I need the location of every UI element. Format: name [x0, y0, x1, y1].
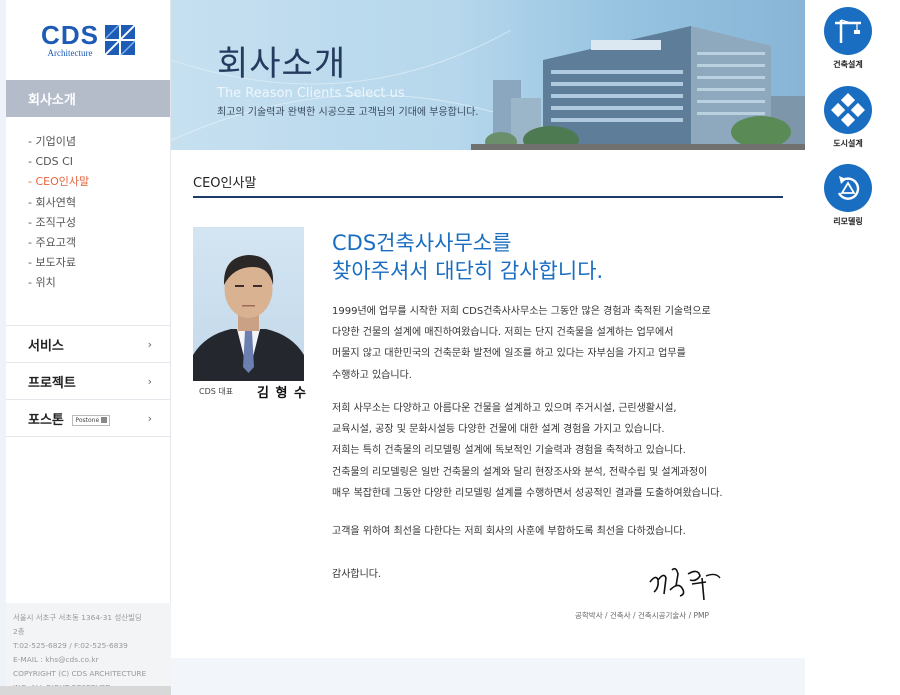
chevron-right-icon: › — [147, 374, 152, 388]
submenu-item-ceo[interactable]: - CEO인사말 — [28, 172, 170, 192]
service-label: 리모델링 — [833, 217, 863, 226]
menu-item-postone[interactable]: 포스톤 Postone › — [6, 400, 170, 437]
submenu-item-location[interactable]: - 위치 — [28, 273, 170, 293]
submenu: - 기업이념 - CDS CI - CEO인사말 - 회사연혁 - 조직구성 -… — [6, 117, 170, 325]
ceo-portrait — [193, 227, 304, 381]
service-label: 건축설계 — [833, 60, 863, 69]
submenu-item-organization[interactable]: - 조직구성 — [28, 213, 170, 233]
footer-contact: 서울시 서초구 서초동 1364-31 성산빌딩 2층 T:02-525-682… — [6, 603, 171, 695]
banner-subtitle-english: The Reason Clients Select us — [217, 86, 405, 101]
title-divider — [193, 196, 783, 198]
content-bottom-band — [171, 658, 805, 695]
greeting-headline: CDS건축사사무소를 찾아주셔서 대단히 감사합니다. — [332, 231, 604, 283]
paragraph-intro: 1999년에 업무를 시작한 저희 CDS건축사사무소는 그동안 많은 경험과 … — [332, 306, 711, 381]
menu-item-label: 프로젝트 — [28, 375, 76, 391]
footer-phone: T:02-525-6829 / F:02-525-6839 — [13, 641, 128, 650]
ceo-name: 김 형 수 — [257, 386, 307, 401]
city-grid-icon — [831, 93, 865, 127]
main-menu: 서비스 › 프로젝트 › 포스톤 Postone › — [6, 325, 170, 437]
page-title: CEO인사말 — [193, 176, 257, 191]
service-architecture-design[interactable]: 건축설계 — [824, 7, 872, 70]
banner-subtitle: 최고의 기술력과 완벽한 시공으로 고객님의 기대에 부응합니다. — [217, 107, 479, 118]
footer-address: 서울시 서초구 서초동 1364-31 성산빌딩 — [13, 613, 142, 622]
menu-item-label: 서비스 — [28, 338, 64, 354]
paragraph-experience: 저희 사무소는 다양하고 아름다운 건물을 설계하고 있으며 주거시설, 근린생… — [332, 403, 723, 499]
hero-banner: 회사소개 The Reason Clients Select us 최고의 기술… — [171, 0, 805, 150]
service-urban-design[interactable]: 도시설계 — [824, 86, 872, 149]
submenu-item-clients[interactable]: - 주요고객 — [28, 233, 170, 253]
submenu-item-philosophy[interactable]: - 기업이념 — [28, 132, 170, 152]
menu-item-services[interactable]: 서비스 › — [6, 326, 170, 363]
ceo-credentials: 공학박사 / 건축사 / 건축시공기술사 / PMP — [575, 611, 710, 620]
ceo-signature — [649, 567, 721, 601]
submenu-item-ci[interactable]: - CDS CI — [28, 152, 170, 172]
main-content: CEO인사말 CDS 대표 김 형 수 CDS건축사사무소를 찾아주셔서 대단히… — [171, 150, 805, 658]
paragraph-commitment: 고객을 위하여 최선을 다한다는 저희 회사의 사훈에 부합하도록 최선을 다하… — [332, 526, 686, 537]
crane-icon — [835, 19, 861, 43]
banner-title: 회사소개 — [217, 44, 347, 84]
postone-logo-icon — [101, 417, 108, 423]
ceo-caption: CDS 대표 — [199, 387, 234, 396]
postone-badge: Postone — [72, 414, 111, 426]
service-label: 도시설계 — [833, 139, 863, 148]
logo-mark-icon — [104, 25, 135, 55]
menu-item-label: 포스톤 — [28, 412, 64, 428]
remodel-icon — [837, 176, 860, 200]
service-shortcuts: 건축설계 도시설계 리모델링 — [805, 0, 900, 695]
footer-copyright: COPYRIGHT (C) CDS ARCHITECTURE — [13, 669, 147, 678]
submenu-item-history[interactable]: - 회사연혁 — [28, 193, 170, 213]
footer-address-floor: 2층 — [13, 627, 25, 636]
logo-subtitle: Architecture — [47, 48, 93, 58]
footer-email[interactable]: E-MAIL : khs@cds.co.kr — [13, 653, 165, 667]
section-title[interactable]: 회사소개 — [6, 80, 170, 117]
sidebar: CDS Architecture 회사소개 - 기업이념 - CDS CI - … — [6, 0, 171, 695]
submenu-item-press[interactable]: - 보도자료 — [28, 253, 170, 273]
chevron-right-icon: › — [147, 411, 152, 425]
chevron-right-icon: › — [147, 337, 152, 351]
menu-item-projects[interactable]: 프로젝트 › — [6, 363, 170, 400]
logo-wordmark: CDS — [41, 20, 99, 50]
logo[interactable]: CDS Architecture — [6, 0, 170, 80]
service-remodeling[interactable]: 리모델링 — [824, 164, 872, 227]
